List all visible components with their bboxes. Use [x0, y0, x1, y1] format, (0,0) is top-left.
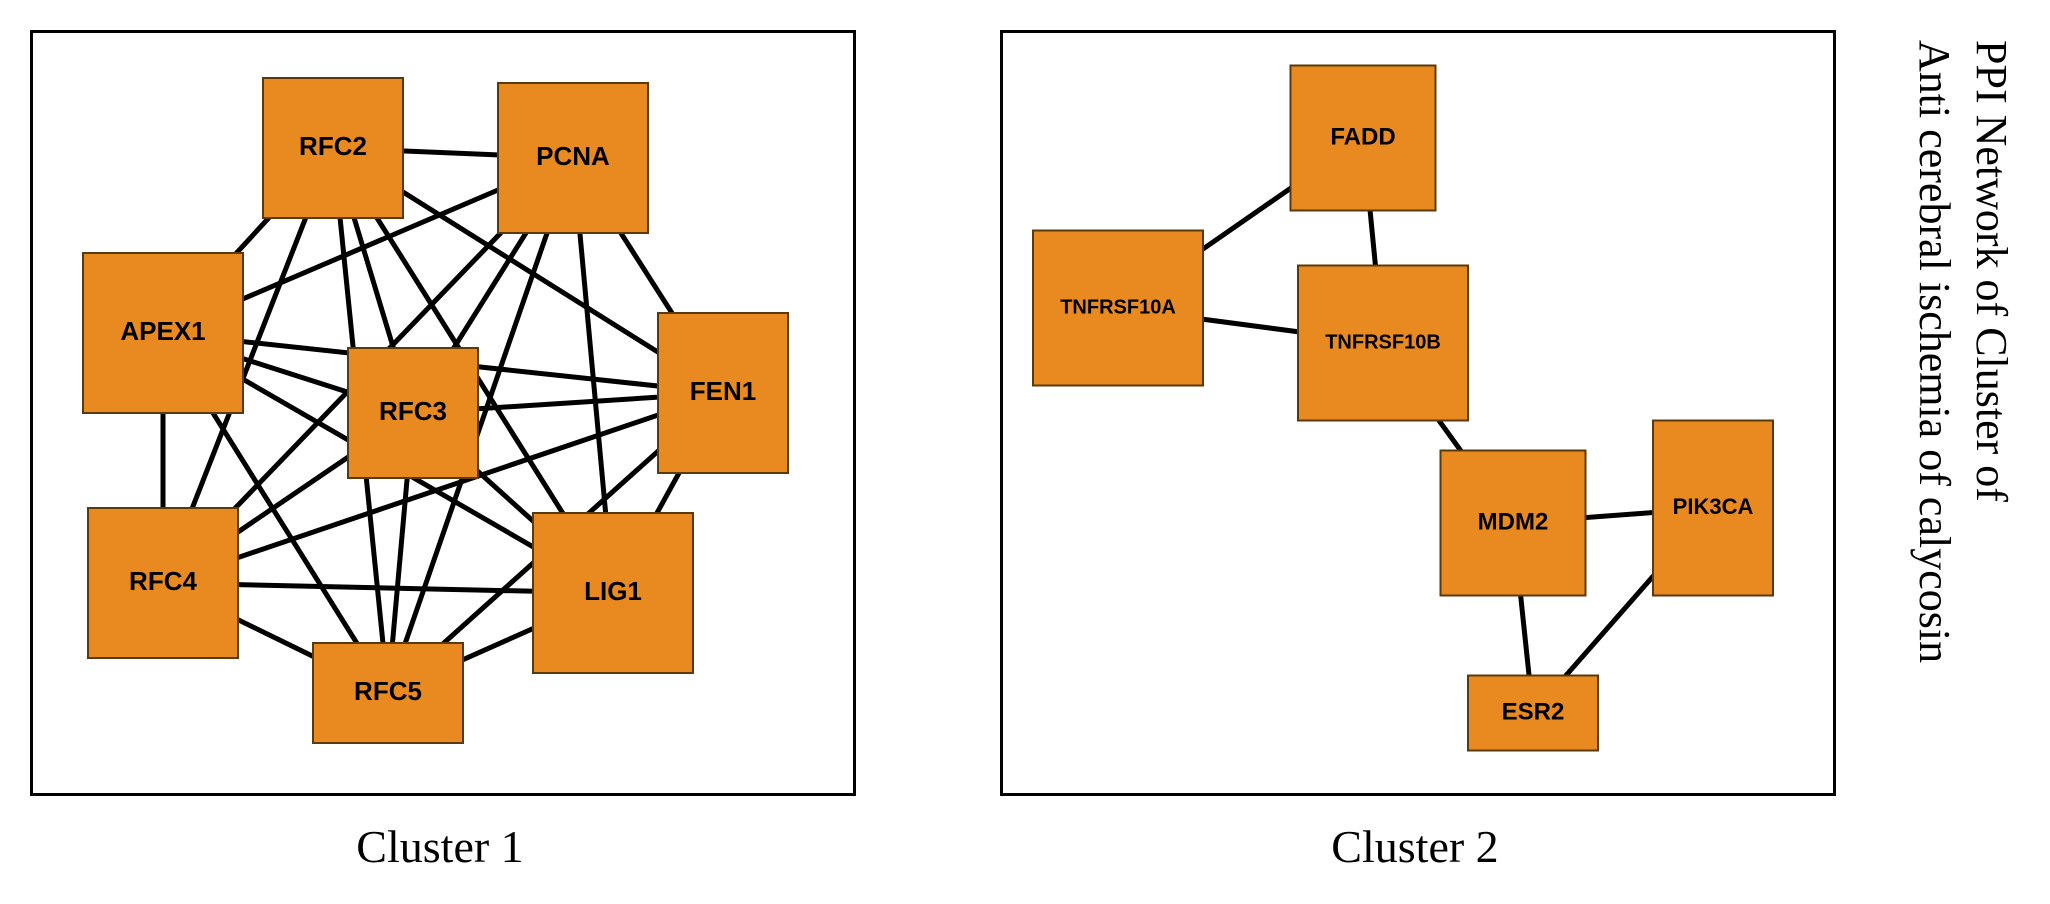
node-label: RFC4 — [129, 566, 197, 596]
node-rfc4: RFC4 — [88, 508, 238, 658]
node-rfc5: RFC5 — [313, 643, 463, 743]
node-label: FEN1 — [690, 376, 756, 406]
cluster-2-panel: FADD TNFRSF10A TNFRSF10B MDM2 PIK3CA ESR2 — [1000, 30, 1836, 796]
node-pcna: PCNA — [498, 83, 648, 233]
node-label: TNFRSF10A — [1060, 296, 1176, 318]
node-label: PIK3CA — [1673, 494, 1754, 519]
node-mdm2: MDM2 — [1441, 451, 1586, 596]
node-esr2: ESR2 — [1468, 676, 1598, 751]
node-label: TNFRSF10B — [1325, 331, 1441, 353]
cluster-1-panel: RFC2 PCNA APEX1 RFC3 FEN1 RFC4 LIG1 RFC5 — [30, 30, 856, 796]
cluster-1-network: RFC2 PCNA APEX1 RFC3 FEN1 RFC4 LIG1 RFC5 — [33, 33, 853, 793]
node-label: RFC5 — [354, 676, 422, 706]
node-tnfrsf10b: TNFRSF10B — [1298, 266, 1468, 421]
node-pik3ca: PIK3CA — [1653, 421, 1773, 596]
node-label: FADD — [1330, 123, 1395, 150]
node-rfc2: RFC2 — [263, 78, 403, 218]
node-label: APEX1 — [120, 316, 205, 346]
cluster-1-title: Cluster 1 — [30, 820, 850, 873]
node-lig1: LIG1 — [533, 513, 693, 673]
node-fadd: FADD — [1291, 66, 1436, 211]
cluster-2-network: FADD TNFRSF10A TNFRSF10B MDM2 PIK3CA ESR2 — [1003, 33, 1833, 793]
node-label: LIG1 — [584, 576, 642, 606]
node-rfc3: RFC3 — [348, 348, 478, 478]
node-label: RFC2 — [299, 131, 367, 161]
node-label: MDM2 — [1478, 508, 1549, 535]
node-label: RFC3 — [379, 396, 447, 426]
node-fen1: FEN1 — [658, 313, 788, 473]
cluster-2-title: Cluster 2 — [1000, 820, 1830, 873]
side-title: PPI Network of Cluster of Anti cerebral … — [1860, 40, 2020, 860]
node-tnfrsf10a: TNFRSF10A — [1033, 231, 1203, 386]
node-apex1: APEX1 — [83, 253, 243, 413]
node-label: PCNA — [536, 141, 610, 171]
node-label: ESR2 — [1502, 698, 1565, 725]
figure-container: RFC2 PCNA APEX1 RFC3 FEN1 RFC4 LIG1 RFC5 Cluste… — [0, 0, 2050, 904]
